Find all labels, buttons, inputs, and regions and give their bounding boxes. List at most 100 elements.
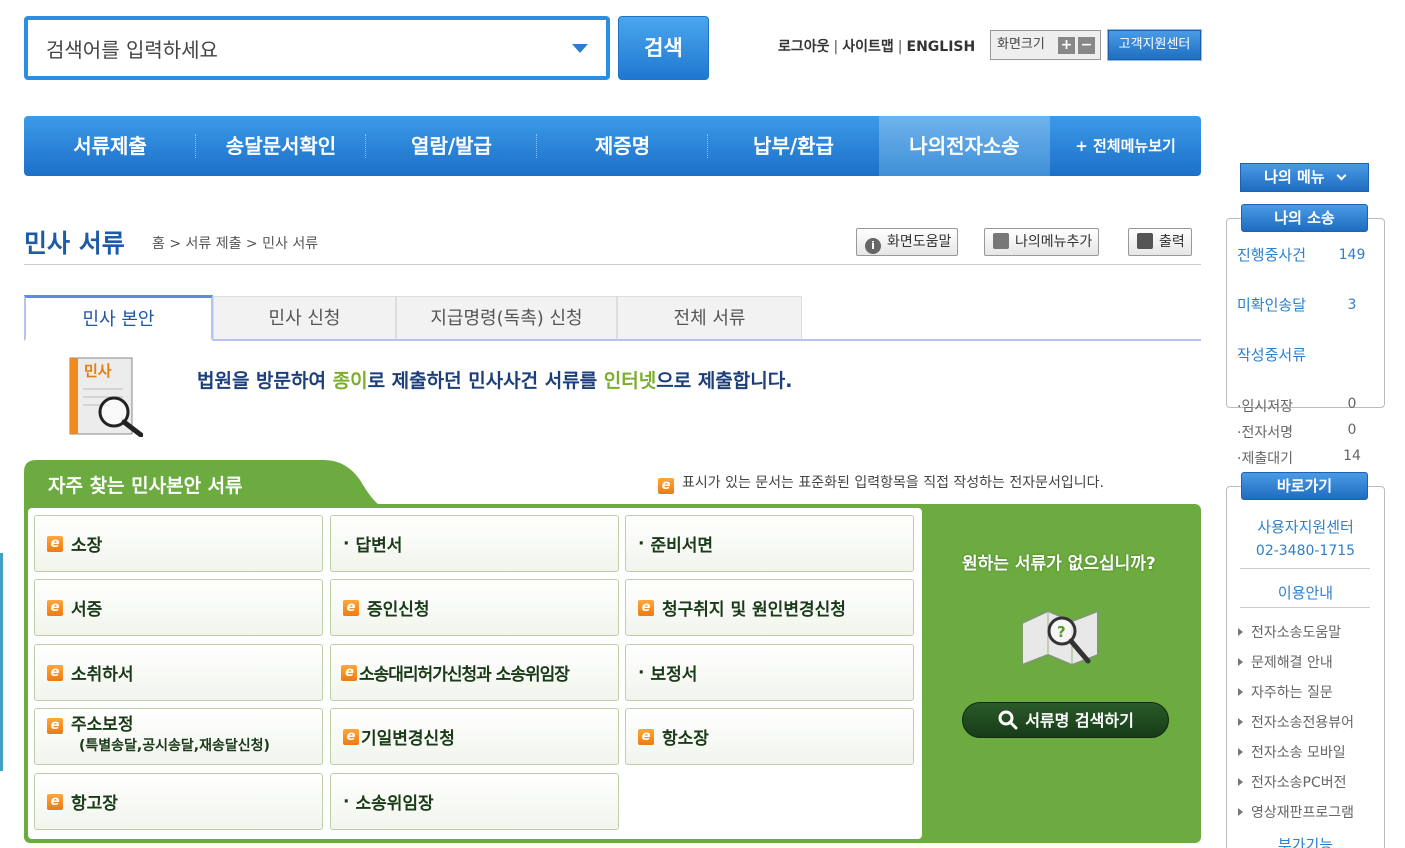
doc-witness-request[interactable]: e 증인신청	[330, 579, 619, 636]
doc-answer[interactable]: · 답변서	[330, 515, 619, 572]
title-divider	[24, 264, 1201, 265]
doc-label: 주소보정	[71, 715, 134, 735]
e-document-icon: e	[343, 728, 359, 745]
draft-row-e-signature[interactable]: ·전자서명 0	[1237, 422, 1367, 442]
info-icon: i	[865, 238, 881, 254]
print-button[interactable]: 출력	[1128, 228, 1192, 256]
litigation-row-unconfirmed-service[interactable]: 미확인송달 3	[1237, 293, 1367, 317]
doc-date-change[interactable]: e 기일변경신청	[330, 708, 619, 765]
svg-text:?: ?	[1057, 623, 1066, 641]
e-document-icon: e	[341, 664, 357, 681]
doc-agent-permission[interactable]: e 소송대리허가신청과 소송위임장	[330, 644, 619, 701]
shortcut-title: 바로가기	[1241, 472, 1368, 500]
screen-help-label: 화면도움말	[887, 234, 952, 250]
doc-complaint-appeal[interactable]: e 항고장	[34, 773, 323, 830]
nav-item-service-check[interactable]: 송달문서확인	[196, 116, 366, 176]
doc-label: 기일변경신청	[361, 729, 455, 749]
print-label: 출력	[1159, 234, 1185, 250]
nav-item-certificate[interactable]: 제증명	[537, 116, 708, 176]
doc-complaint[interactable]: e 소장	[34, 515, 323, 572]
doc-power-of-attorney[interactable]: · 소송위임장	[330, 773, 619, 830]
map-search-icon: ?	[1021, 609, 1099, 667]
litigation-row-in-progress[interactable]: 진행중사건 149	[1237, 243, 1367, 267]
tab-civil-main[interactable]: 민사 본안	[24, 295, 213, 341]
doc-name-search-button[interactable]: 서류명 검색하기	[962, 702, 1169, 738]
litigation-row-drafting[interactable]: 작성중서류	[1237, 343, 1367, 367]
search-input[interactable]	[46, 38, 546, 62]
doc-preparatory-brief[interactable]: · 준비서면	[625, 515, 914, 572]
guide-item-help[interactable]: 전자소송도움말	[1238, 622, 1341, 642]
guide-item-label: 문제해결 안내	[1251, 655, 1333, 671]
english-link[interactable]: ENGLISH	[907, 39, 976, 55]
doc-label: 항소장	[662, 729, 709, 749]
sitemap-link[interactable]: 사이트맵	[842, 36, 894, 56]
support-phone: 02-3480-1715	[1255, 543, 1356, 559]
font-size-label: 화면크기	[997, 37, 1045, 52]
guide-item-troubleshoot[interactable]: 문제해결 안내	[1238, 652, 1333, 672]
frequent-docs-title: 자주 찾는 민사본안 서류	[48, 475, 243, 497]
search-button[interactable]: 검색	[618, 16, 709, 80]
my-menu-button[interactable]: 나의 메뉴	[1240, 163, 1369, 192]
doc-address-correction[interactable]: e 주소보정 (특별송달,공시송달,재송달신청)	[34, 708, 323, 765]
doc-label: 소송대리허가신청과 소송위임장	[359, 665, 570, 685]
add-my-menu-label: 나의메뉴추가	[1015, 234, 1093, 250]
intro-part2: 로 제출하던 민사사건 서류를	[367, 370, 604, 392]
zoom-out-button[interactable]: −	[1078, 37, 1095, 54]
litigation-count[interactable]: 149	[1337, 243, 1367, 267]
doc-correction[interactable]: · 보정서	[625, 644, 914, 701]
no-document-question: 원하는 서류가 없으십니까?	[962, 554, 1156, 574]
additional-features-title: 부가기능	[1277, 836, 1334, 848]
nav-all-menu-button[interactable]: + 전체메뉴보기	[1050, 116, 1201, 176]
draft-count[interactable]: 14	[1337, 448, 1367, 464]
doc-withdrawal[interactable]: e 소취하서	[34, 644, 323, 701]
intro-message: 법원을 방문하여 종이로 제출하던 민사사건 서류를 인터넷으로 제출합니다.	[197, 366, 792, 393]
bullet: ·	[638, 533, 645, 554]
add-my-menu-button[interactable]: 나의메뉴추가	[984, 228, 1100, 256]
dropdown-caret-icon[interactable]	[572, 44, 588, 53]
guide-item-mobile[interactable]: 전자소송 모바일	[1238, 742, 1346, 762]
intro-part1: 법원을 방문하여	[197, 370, 333, 392]
nav-item-payment-refund[interactable]: 납부/환급	[708, 116, 879, 176]
arrow-right-icon	[1238, 778, 1243, 786]
divider	[1240, 568, 1370, 569]
draft-row-temp-saved[interactable]: ·임시저장 0	[1237, 396, 1367, 416]
zoom-in-button[interactable]: +	[1058, 37, 1075, 54]
support-center-button[interactable]: 고객지원센터	[1107, 29, 1202, 61]
guide-item-faq[interactable]: 자주하는 질문	[1238, 682, 1333, 702]
doc-label: 소장	[71, 536, 103, 556]
guide-item-label: 전자소송도움말	[1251, 625, 1342, 641]
doc-appeal[interactable]: e 항소장	[625, 708, 914, 765]
tab-civil-application[interactable]: 민사 신청	[213, 296, 396, 339]
e-document-icon: e	[658, 478, 674, 494]
doc-label: 증인신청	[367, 600, 430, 620]
litigation-count[interactable]: 3	[1337, 293, 1367, 317]
nav-item-view-issue[interactable]: 열람/발급	[366, 116, 537, 176]
tab-all-documents[interactable]: 전체 서류	[617, 296, 802, 339]
search-box[interactable]	[24, 16, 610, 80]
divider	[1240, 607, 1370, 608]
draft-count[interactable]: 0	[1337, 422, 1367, 438]
draft-count[interactable]: 0	[1337, 396, 1367, 412]
screen-help-button[interactable]: i 화면도움말	[856, 228, 959, 256]
doc-label: 답변서	[355, 536, 403, 556]
logout-link[interactable]: 로그아웃	[778, 36, 830, 56]
user-support-center-link[interactable]: 사용자지원센터	[1226, 516, 1385, 537]
litigation-label: 진행중사건	[1237, 246, 1307, 264]
guide-item-label: 자주하는 질문	[1251, 685, 1333, 701]
arrow-right-icon	[1238, 658, 1243, 666]
draft-label: ·임시저장	[1237, 399, 1293, 415]
litigation-label: 작성중서류	[1237, 346, 1307, 364]
nav-item-submit-docs[interactable]: 서류제출	[24, 116, 196, 176]
guide-item-video-trial[interactable]: 영상재판프로그램	[1238, 802, 1354, 822]
doc-documentary-evidence[interactable]: e 서증	[34, 579, 323, 636]
draft-row-awaiting-submit[interactable]: ·제출대기 14	[1237, 448, 1367, 468]
doc-claim-change[interactable]: e 청구취지 및 원인변경신청	[625, 579, 914, 636]
civil-label: 민사	[84, 362, 112, 380]
tab-payment-order[interactable]: 지급명령(독촉) 신청	[396, 296, 617, 339]
guide-item-viewer[interactable]: 전자소송전용뷰어	[1238, 712, 1354, 732]
guide-item-pc-version[interactable]: 전자소송PC버전	[1238, 772, 1347, 792]
doc-label: 보정서	[650, 665, 698, 685]
guide-item-label: 전자소송전용뷰어	[1251, 715, 1355, 731]
nav-item-my-e-litigation[interactable]: 나의전자소송	[879, 116, 1050, 176]
doc-label: 청구취지 및 원인변경신청	[662, 600, 846, 620]
